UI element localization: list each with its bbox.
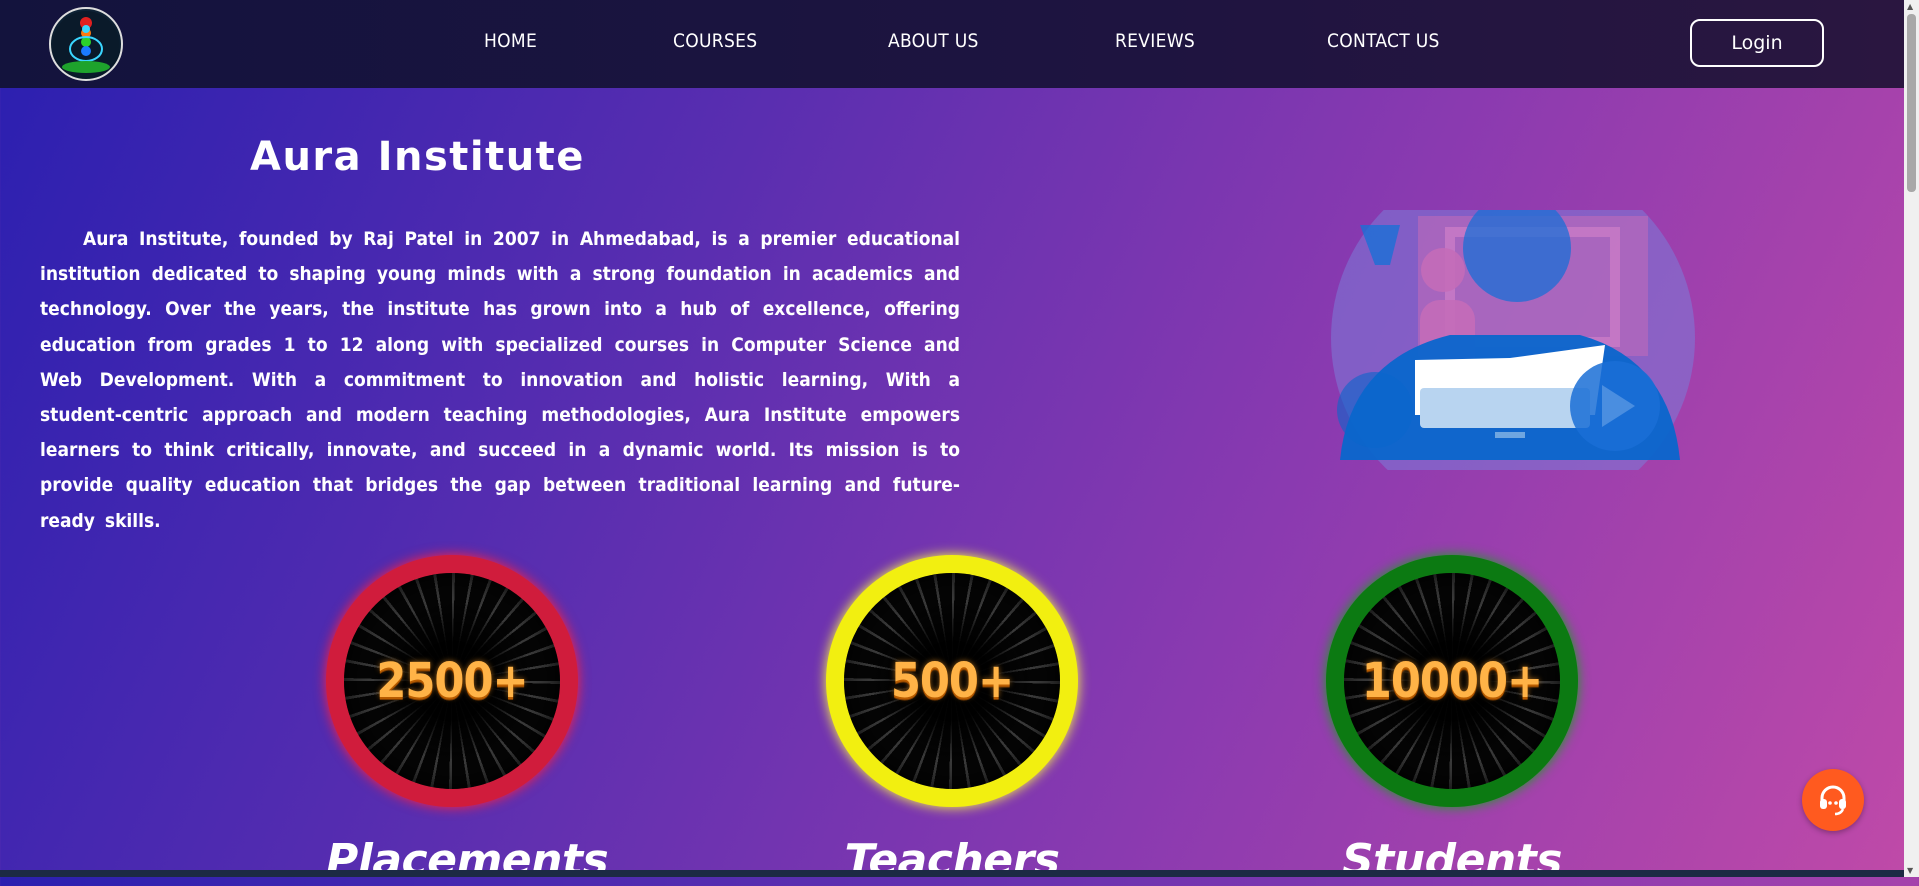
nav-contact-us[interactable]: CONTACT US xyxy=(1327,30,1440,52)
navbar: HOME COURSES ABOUT US REVIEWS CONTACT US… xyxy=(0,0,1904,88)
stat-label-placements: Placements xyxy=(326,835,609,886)
logo[interactable] xyxy=(49,7,123,81)
scroll-thumb[interactable] xyxy=(1907,14,1916,192)
scroll-up-icon[interactable]: ▲ xyxy=(1907,2,1913,11)
nav-about-us[interactable]: ABOUT US xyxy=(888,30,979,52)
meditation-logo-icon xyxy=(53,11,119,77)
headset-icon xyxy=(1820,785,1846,816)
stat-value: 2500+ xyxy=(376,653,528,709)
stat-students: 10000+ xyxy=(1326,555,1578,807)
nav-courses[interactable]: COURSES xyxy=(673,30,757,52)
scrollbar[interactable]: ▲ ▼ xyxy=(1904,0,1919,877)
support-chat-button[interactable] xyxy=(1802,769,1864,831)
page-title: Aura Institute xyxy=(250,134,585,180)
nav-home[interactable]: HOME xyxy=(484,30,537,52)
stat-label-teachers: Teachers xyxy=(844,835,1060,886)
stat-teachers: 500+ xyxy=(826,555,1078,807)
about-paragraph: Aura Institute, founded by Raj Patel in … xyxy=(40,228,960,532)
online-learning-icon xyxy=(1331,210,1695,470)
stat-placements: 2500+ xyxy=(326,555,578,807)
nav-reviews[interactable]: REVIEWS xyxy=(1115,30,1195,52)
stat-label-students: Students xyxy=(1342,835,1562,886)
stat-value: 500+ xyxy=(890,653,1014,709)
login-button[interactable]: Login xyxy=(1690,19,1824,67)
stat-value: 10000+ xyxy=(1361,653,1543,709)
scroll-down-icon[interactable]: ▼ xyxy=(1907,866,1913,875)
taskbar-strip xyxy=(0,870,1904,877)
